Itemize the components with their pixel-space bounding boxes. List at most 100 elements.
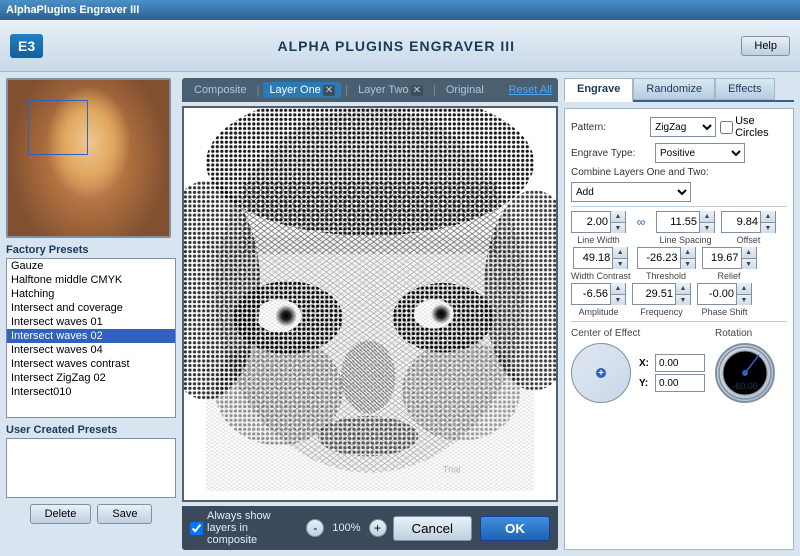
line-width-down[interactable]: ▼ (611, 222, 625, 233)
x-input[interactable] (655, 354, 705, 372)
save-button[interactable]: Save (97, 504, 152, 524)
use-circles-label[interactable]: Use Circles (720, 115, 787, 139)
threshold-label: Threshold (646, 271, 686, 281)
list-item[interactable]: Intersect ZigZag 02 (7, 371, 175, 385)
center-effect-circle[interactable]: + (571, 343, 631, 403)
threshold-input[interactable] (638, 252, 680, 264)
list-item[interactable]: Intersect waves 04 (7, 343, 175, 357)
y-input[interactable] (655, 374, 705, 392)
list-item-selected[interactable]: Intersect waves 02 (7, 329, 175, 343)
zoom-out-button[interactable]: - (306, 519, 324, 537)
threshold-down[interactable]: ▼ (681, 258, 695, 269)
line-width-input[interactable] (572, 216, 610, 228)
list-item[interactable]: Gauze (7, 259, 175, 273)
user-presets-list[interactable] (6, 438, 176, 498)
offset-ctrl[interactable]: ▲ ▼ (721, 211, 776, 233)
frequency-label: Frequency (640, 307, 683, 317)
phase-shift-ctrl[interactable]: ▲ ▼ (697, 283, 752, 305)
line-spacing-ctrl[interactable]: ▲ ▼ (656, 211, 715, 233)
offset-input[interactable] (722, 216, 760, 228)
effect-rotation-row: Center of Effect + X: (571, 326, 787, 403)
threshold-ctrl[interactable]: ▲ ▼ (637, 247, 696, 269)
list-item[interactable]: Intersect waves 01 (7, 315, 175, 329)
line-spacing-down[interactable]: ▼ (700, 222, 714, 233)
zoom-in-button[interactable]: + (369, 519, 387, 537)
y-coord-field: Y: (639, 374, 705, 392)
line-spacing-input[interactable] (657, 216, 699, 228)
phase-shift-down[interactable]: ▼ (737, 294, 751, 305)
frequency-down[interactable]: ▼ (676, 294, 690, 305)
pattern-select[interactable]: ZigZag Lines Circles (650, 117, 716, 137)
offset-up[interactable]: ▲ (761, 211, 775, 222)
phase-shift-up[interactable]: ▲ (737, 283, 751, 294)
center-effect-controls: + X: Y: (571, 343, 705, 403)
rotation-dial[interactable]: -60.00 (715, 343, 775, 403)
relief-down[interactable]: ▼ (742, 258, 756, 269)
width-contrast-ctrl[interactable]: ▲ ▼ (573, 247, 628, 269)
tab-close-layer-two[interactable]: ✕ (411, 85, 423, 96)
left-panel: Factory Presets Gauze Halftone middle CM… (6, 78, 176, 550)
content-area: Factory Presets Gauze Halftone middle CM… (0, 72, 800, 556)
x-label: X: (639, 358, 653, 369)
frequency-ctrl[interactable]: ▲ ▼ (632, 283, 691, 305)
delete-button[interactable]: Delete (30, 504, 92, 524)
tab-close-layer-one[interactable]: ✕ (323, 85, 335, 96)
width-contrast-down[interactable]: ▼ (613, 258, 627, 269)
list-item[interactable]: Halftone middle CMYK (7, 273, 175, 287)
cancel-button[interactable]: Cancel (393, 516, 473, 541)
relief-ctrl[interactable]: ▲ ▼ (702, 247, 757, 269)
list-item[interactable]: Intersect and coverage (7, 301, 175, 315)
list-item[interactable]: Hatching (7, 287, 175, 301)
app-title: ALPHA PLUGINS ENGRAVER III (51, 38, 741, 54)
coord-row: X: Y: (639, 354, 705, 392)
toolbar: E3 ALPHA PLUGINS ENGRAVER III Help (0, 20, 800, 72)
reset-all-button[interactable]: Reset All (509, 84, 552, 96)
line-width-ctrl[interactable]: ▲ ▼ (571, 211, 626, 233)
list-item[interactable]: Intersect waves contrast (7, 357, 175, 371)
tab-layer-two[interactable]: Layer Two ✕ (352, 82, 429, 98)
amplitude-input[interactable] (572, 288, 610, 300)
width-contrast-input[interactable] (574, 252, 612, 264)
tab-engrave[interactable]: Engrave (564, 78, 633, 102)
help-button[interactable]: Help (741, 36, 790, 56)
link-button[interactable]: ∞ (632, 211, 650, 233)
tab-effects[interactable]: Effects (715, 78, 774, 100)
factory-presets-label: Factory Presets (6, 244, 176, 256)
amplitude-down[interactable]: ▼ (611, 294, 625, 305)
phase-shift-input[interactable] (698, 288, 736, 300)
zoom-level: 100% (332, 522, 360, 534)
amplitude-label: Amplitude (578, 307, 618, 317)
frequency-input[interactable] (633, 288, 675, 300)
tab-randomize[interactable]: Randomize (633, 78, 715, 100)
line-width-arrows: ▲ ▼ (610, 211, 625, 233)
tab-composite[interactable]: Composite (188, 82, 253, 98)
factory-presets-list[interactable]: Gauze Halftone middle CMYK Hatching Inte… (6, 258, 176, 418)
width-contrast-up[interactable]: ▲ (613, 247, 627, 258)
combine-select[interactable]: Add Multiply Screen (571, 182, 691, 202)
always-show-checkbox-label[interactable]: Always show layers in composite (190, 510, 300, 546)
relief-arrows: ▲ ▼ (741, 247, 756, 269)
amplitude-up[interactable]: ▲ (611, 283, 625, 294)
line-spacing-arrows: ▲ ▼ (699, 211, 714, 233)
offset-down[interactable]: ▼ (761, 222, 775, 233)
image-display: Trial (182, 106, 558, 502)
amplitude-ctrl[interactable]: ▲ ▼ (571, 283, 626, 305)
frequency-up[interactable]: ▲ (676, 283, 690, 294)
relief-input[interactable] (703, 252, 741, 264)
list-item[interactable]: Intersect010 (7, 385, 175, 399)
threshold-up[interactable]: ▲ (681, 247, 695, 258)
effect-dot[interactable]: + (596, 368, 606, 378)
divider-2 (571, 321, 787, 322)
engrave-type-select[interactable]: Positive Negative (655, 143, 745, 163)
tab-layer-one[interactable]: Layer One ✕ (263, 82, 341, 98)
ok-button[interactable]: OK (480, 516, 550, 541)
always-show-checkbox[interactable] (190, 522, 203, 535)
use-circles-checkbox[interactable] (720, 121, 733, 134)
tab-original[interactable]: Original (440, 82, 490, 98)
pattern-row: Pattern: ZigZag Lines Circles Use Circle… (571, 115, 787, 139)
tab-separator-1: | (257, 84, 260, 96)
phase-shift-group: ▲ ▼ Phase Shift (697, 283, 752, 317)
relief-up[interactable]: ▲ (742, 247, 756, 258)
line-spacing-up[interactable]: ▲ (700, 211, 714, 222)
line-width-up[interactable]: ▲ (611, 211, 625, 222)
